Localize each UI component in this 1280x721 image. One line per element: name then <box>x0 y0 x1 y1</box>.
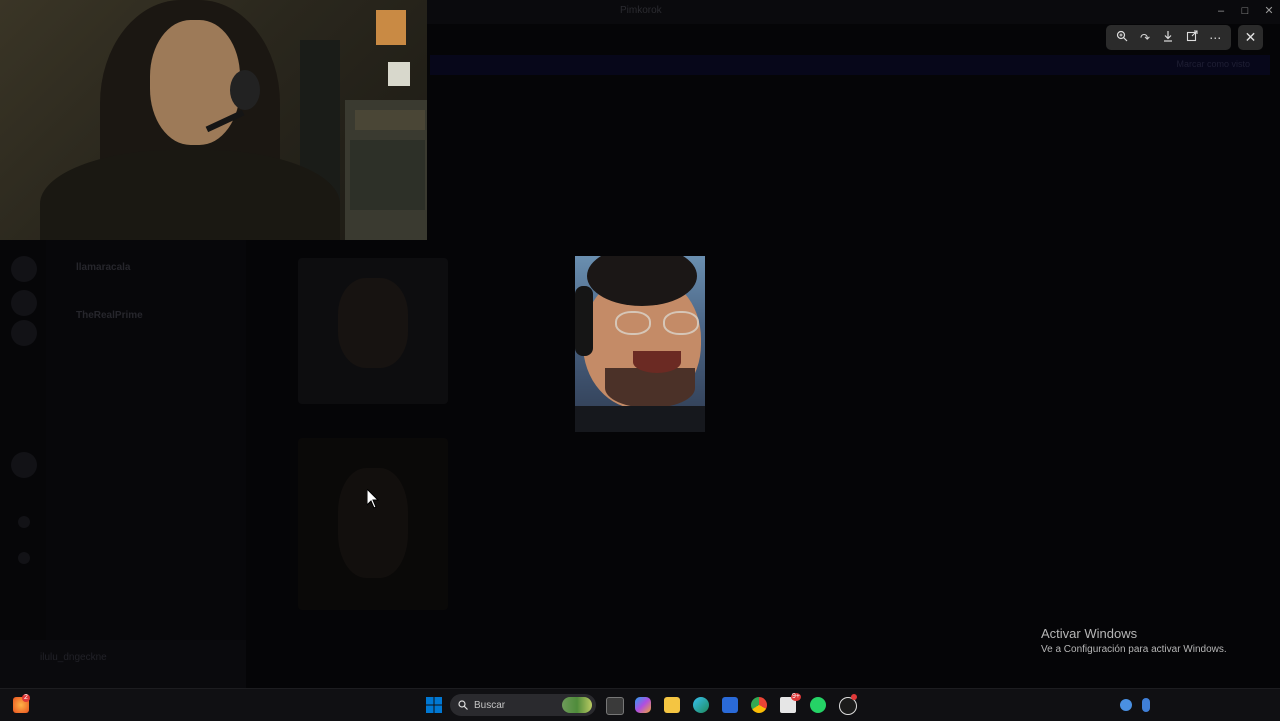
notification-badge: 2 <box>22 694 30 702</box>
taskbar: 2 Buscar 9+ <box>0 688 1280 721</box>
mark-as-read-link[interactable]: Marcar como visto <box>1176 59 1250 69</box>
participant-video <box>338 278 408 368</box>
zoom-in-icon[interactable] <box>1113 29 1131 47</box>
app-badge <box>851 694 857 700</box>
file-explorer-icon[interactable] <box>664 697 680 713</box>
image-glasses <box>615 311 651 335</box>
microphone-icon[interactable] <box>1142 698 1150 712</box>
server-icon[interactable] <box>11 256 37 282</box>
search-icon <box>458 700 468 710</box>
windows-start-icon[interactable] <box>426 697 442 713</box>
search-highlight-icon <box>562 697 592 713</box>
activation-title: Activar Windows <box>1041 626 1138 641</box>
webcam-background <box>350 140 425 210</box>
webcam-person <box>40 150 340 240</box>
server-icon[interactable] <box>11 320 37 346</box>
viewer-image[interactable] <box>575 256 705 432</box>
rotate-icon[interactable]: ↷ <box>1136 29 1154 47</box>
webcam-person <box>150 20 240 145</box>
download-icon[interactable] <box>1159 29 1177 47</box>
add-server-icon[interactable] <box>18 516 30 528</box>
search-placeholder: Buscar <box>474 699 506 711</box>
activation-watermark: Activar Windows Ve a Configuración para … <box>1041 626 1227 655</box>
onedrive-icon[interactable] <box>1120 699 1132 711</box>
chrome-icon[interactable] <box>751 697 767 713</box>
task-view-icon[interactable] <box>606 697 624 715</box>
webcam-background <box>376 10 406 45</box>
copilot-icon[interactable] <box>635 697 651 713</box>
channel-list: llamaracala TheRealPrime <box>46 240 246 688</box>
image-person <box>605 368 695 408</box>
image-person <box>575 406 705 432</box>
activation-subtitle: Ve a Configuración para activar Windows. <box>1041 644 1227 655</box>
server-sidebar <box>0 240 46 688</box>
user-name: ilulu_dngeckne <box>40 652 107 663</box>
user-panel: ilulu_dngeckne <box>0 640 246 688</box>
maximize-button[interactable]: □ <box>1236 3 1254 19</box>
server-icon[interactable] <box>11 452 37 478</box>
open-external-icon[interactable] <box>1183 29 1201 47</box>
store-icon[interactable] <box>722 697 738 713</box>
whatsapp-icon[interactable] <box>810 697 826 713</box>
image-person <box>633 351 681 373</box>
server-icon[interactable] <box>11 290 37 316</box>
background-window-title: Pimkorok <box>620 5 662 16</box>
image-glasses <box>663 311 699 335</box>
explore-icon[interactable] <box>18 552 30 564</box>
webcam-background <box>355 110 425 130</box>
participant-video <box>338 468 408 578</box>
notes-badge: 9+ <box>791 693 801 701</box>
image-headphones <box>575 286 593 356</box>
video-tile[interactable] <box>298 438 448 610</box>
channel-item[interactable]: TheRealPrime <box>76 310 143 321</box>
close-icon[interactable]: ✕ <box>1238 25 1263 50</box>
viewer-toolbar: ↷ ⋯ <box>1106 25 1231 50</box>
minimize-button[interactable]: – <box>1212 3 1230 19</box>
webcam-overlay <box>0 0 427 240</box>
video-tile[interactable] <box>298 258 448 404</box>
more-icon[interactable]: ⋯ <box>1206 29 1224 47</box>
webcam-headset <box>230 70 260 110</box>
window-close-button[interactable]: ✕ <box>1260 3 1278 19</box>
taskbar-search[interactable]: Buscar <box>450 694 596 716</box>
background-banner: Marcar como visto <box>430 55 1270 75</box>
mouse-cursor-icon <box>367 489 379 509</box>
channel-item[interactable]: llamaracala <box>76 262 131 273</box>
edge-icon[interactable] <box>693 697 709 713</box>
webcam-background <box>388 62 410 86</box>
